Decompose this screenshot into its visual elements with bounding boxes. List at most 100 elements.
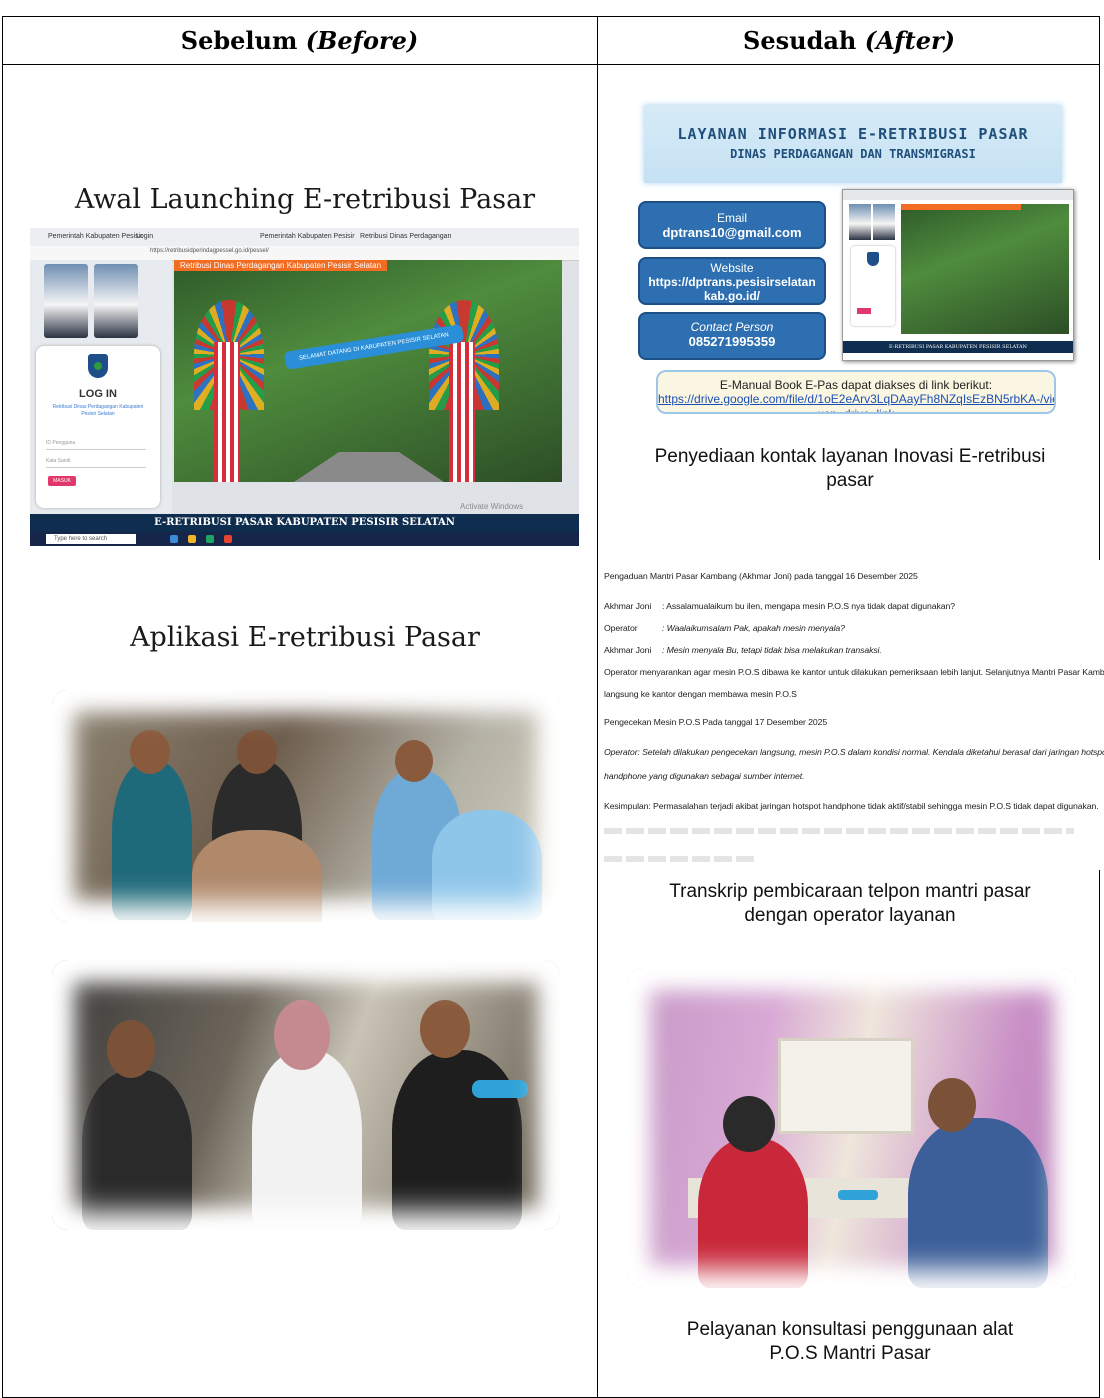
transcript-line: langsung ke kantor dengan membawa mesin … xyxy=(604,689,797,699)
email-value: dptrans10@gmail.com xyxy=(662,225,802,240)
user-id-field: ID Pengguna xyxy=(46,440,146,450)
portrait-photo xyxy=(94,264,138,338)
portrait-photo xyxy=(873,204,895,240)
browser-tab-4: Retribusi Dinas Perdagangan xyxy=(360,233,452,240)
transcript-line: Operator : Waalaikumsalam Pak, apakah mes… xyxy=(604,622,845,635)
transcript-speaker: Akhmar Joni xyxy=(604,645,652,655)
login-card: LOG IN Retribusi Dinas Perdagangan Kabup… xyxy=(36,346,160,508)
regency-emblem-icon xyxy=(867,252,879,266)
website-pill: Website https://dptrans.pesisirselatanka… xyxy=(638,257,826,305)
road xyxy=(294,452,444,482)
header-after: Sesudah (After) xyxy=(598,16,1100,64)
caption-app: Aplikasi E-retribusi Pasar xyxy=(130,622,480,653)
header-before-en: (Before) xyxy=(305,25,419,55)
header-before: Sebelum (Before) xyxy=(2,16,597,64)
caption-consult-line-1: Pelayanan konsultasi penggunaan alat xyxy=(686,1319,1014,1340)
photo-vignette xyxy=(52,690,560,922)
contact-label: Contact Person xyxy=(690,320,774,334)
photo-app-training-group xyxy=(52,690,560,922)
transcript-speaker: Operator xyxy=(604,623,638,633)
transcript-speaker: Akhmar Joni xyxy=(604,601,652,611)
caption-info: Penyediaan kontak layanan Inovasi E-retr… xyxy=(654,446,1046,491)
gate-pillar xyxy=(214,342,240,482)
taskbar-app-icon xyxy=(188,535,196,543)
login-panel: LOG IN Retribusi Dinas Perdagangan Kabup… xyxy=(30,260,172,514)
password-field: Kata Sandi xyxy=(46,458,146,468)
transcript-text: : Assalamualaikum bu ilen, mengapa mesin… xyxy=(662,601,955,611)
caption-transcript-line-2: dengan operator layanan xyxy=(744,905,956,926)
transcript-text: : Mesin menyala Bu, tetapi tidak bisa me… xyxy=(662,645,882,655)
taskbar-app-icon xyxy=(224,535,232,543)
browser-url: https://retribusidperindagpessel.go.id/p… xyxy=(150,248,269,254)
info-title: LAYANAN INFORMASI E-RETRIBUSI PASAR xyxy=(677,125,1029,143)
mini-app-screenshot: E-RETRIBUSI PASAR KABUPATEN PESISIR SELA… xyxy=(842,189,1074,361)
website-label: Website xyxy=(710,261,754,275)
photo-vignette xyxy=(628,968,1076,1288)
transcript-line: Akhmar Joni : Assalamualaikum bu ilen, me… xyxy=(604,600,955,613)
taskbar-app-icon xyxy=(206,535,214,543)
faded-text-line xyxy=(604,828,1074,834)
service-info-card: LAYANAN INFORMASI E-RETRIBUSI PASAR DINA… xyxy=(626,100,1078,414)
contact-value: 085271995359 xyxy=(688,334,776,349)
activate-windows-watermark: Activate Windows xyxy=(460,502,524,511)
transcript-text: : Waalaikumsalam Pak, apakah mesin menya… xyxy=(662,623,845,633)
photo-vignette xyxy=(52,960,560,1230)
email-pill: Email dptrans10@gmail.com xyxy=(638,201,826,249)
banner-label: Retribusi Dinas Perdagangan Kabupaten Pe… xyxy=(174,260,388,271)
manual-link[interactable]: https://drive.google.com/file/d/1oE2eArv… xyxy=(658,392,1054,412)
login-subtitle: Retribusi Dinas Perdagangan Kabupaten Pe… xyxy=(52,404,144,417)
caption-launch: Awal Launching E-retribusi Pasar xyxy=(74,184,536,215)
transcript-line: handphone yang digunakan sebagai sumber … xyxy=(604,771,805,781)
browser-url-bar: https://retribusidperindagpessel.go.id/p… xyxy=(30,246,579,261)
photo-consultation xyxy=(628,968,1076,1288)
header-before-label: Sebelum xyxy=(180,25,298,55)
manual-book-box: E-Manual Book E-Pas dapat diakses di lin… xyxy=(656,370,1056,414)
taskbar-app-icon xyxy=(170,535,178,543)
table-header-divider xyxy=(2,64,1100,65)
transcript-line: Operator: Setelah dilakukan pengecekan l… xyxy=(604,747,1104,757)
browser-tab-3: Pemerintah Kabupaten Pesisir xyxy=(260,233,355,240)
browser-tab-2: Login xyxy=(136,233,154,240)
portrait-photo xyxy=(44,264,88,338)
transcript-line: Pengecekan Mesin P.O.S Pada tanggal 17 D… xyxy=(604,717,828,727)
mini-gate-banner xyxy=(901,204,1069,334)
clipped-top-text xyxy=(0,0,1104,16)
mini-banner-label xyxy=(901,204,1021,210)
table-column-divider xyxy=(597,16,598,1398)
browser-tabs: Pemerintah Kabupaten Pesisir Login Pemer… xyxy=(30,228,579,246)
email-label: Email xyxy=(716,211,747,225)
header-after-label: Sesudah xyxy=(743,25,857,55)
caption-consult-line-2: P.O.S Mantri Pasar xyxy=(769,1343,931,1364)
mini-footer: E-RETRIBUSI PASAR KABUPATEN PESISIR SELA… xyxy=(843,341,1073,353)
regency-emblem-icon xyxy=(88,354,108,378)
app-footer: E-RETRIBUSI PASAR KABUPATEN PESISIR SELA… xyxy=(30,514,579,532)
portrait-photo xyxy=(849,204,871,240)
website-value: https://dptrans.pesisirselatankab.go.id/ xyxy=(648,275,816,303)
info-subtitle: DINAS PERDAGANGAN DAN TRANSMIGRASI xyxy=(730,147,976,161)
transcript-line: Kesimpulan: Permasalahan terjadi akibat … xyxy=(604,801,1099,811)
mini-login-button xyxy=(857,308,871,314)
gate-banner-image: SELAMAT DATANG DI KABUPATEN PESISIR SELA… xyxy=(174,260,562,482)
contact-pill: Contact Person 085271995359 xyxy=(638,312,826,360)
caption-consult: Pelayanan konsultasi penggunaan alat P.O… xyxy=(620,1318,1080,1366)
transcript-line: Operator menyarankan agar mesin P.O.S di… xyxy=(604,667,1104,677)
header-after-en: (After) xyxy=(864,25,955,55)
browser-tab-1: Pemerintah Kabupaten Pesisir xyxy=(48,233,143,240)
windows-taskbar: Type here to search xyxy=(30,532,579,546)
info-header: LAYANAN INFORMASI E-RETRIBUSI PASAR DINA… xyxy=(644,105,1062,183)
mini-browser-bar xyxy=(843,190,1073,200)
login-button: MASUK xyxy=(48,476,76,486)
photo-app-demo xyxy=(52,960,560,1230)
phone-transcript: Pengaduan Mantri Pasar Kambang (Akhmar J… xyxy=(604,560,1104,870)
manual-text: E-Manual Book E-Pas dapat diakses di lin… xyxy=(719,378,993,392)
gate-pillar xyxy=(449,342,475,482)
caption-transcript-line-1: Transkrip pembicaraan telpon mantri pasa… xyxy=(669,881,1031,902)
login-title: LOG IN xyxy=(79,388,117,400)
mini-login-card xyxy=(851,246,895,326)
transcript-line: Akhmar Joni : Mesin menyala Bu, tetapi ti… xyxy=(604,644,882,657)
taskbar-search: Type here to search xyxy=(46,534,136,544)
faded-text-line xyxy=(604,856,754,862)
launch-screenshot: Pemerintah Kabupaten Pesisir Login Pemer… xyxy=(30,228,579,546)
transcript-line: Pengaduan Mantri Pasar Kambang (Akhmar J… xyxy=(604,571,918,581)
caption-transcript: Transkrip pembicaraan telpon mantri pasa… xyxy=(620,880,1080,928)
